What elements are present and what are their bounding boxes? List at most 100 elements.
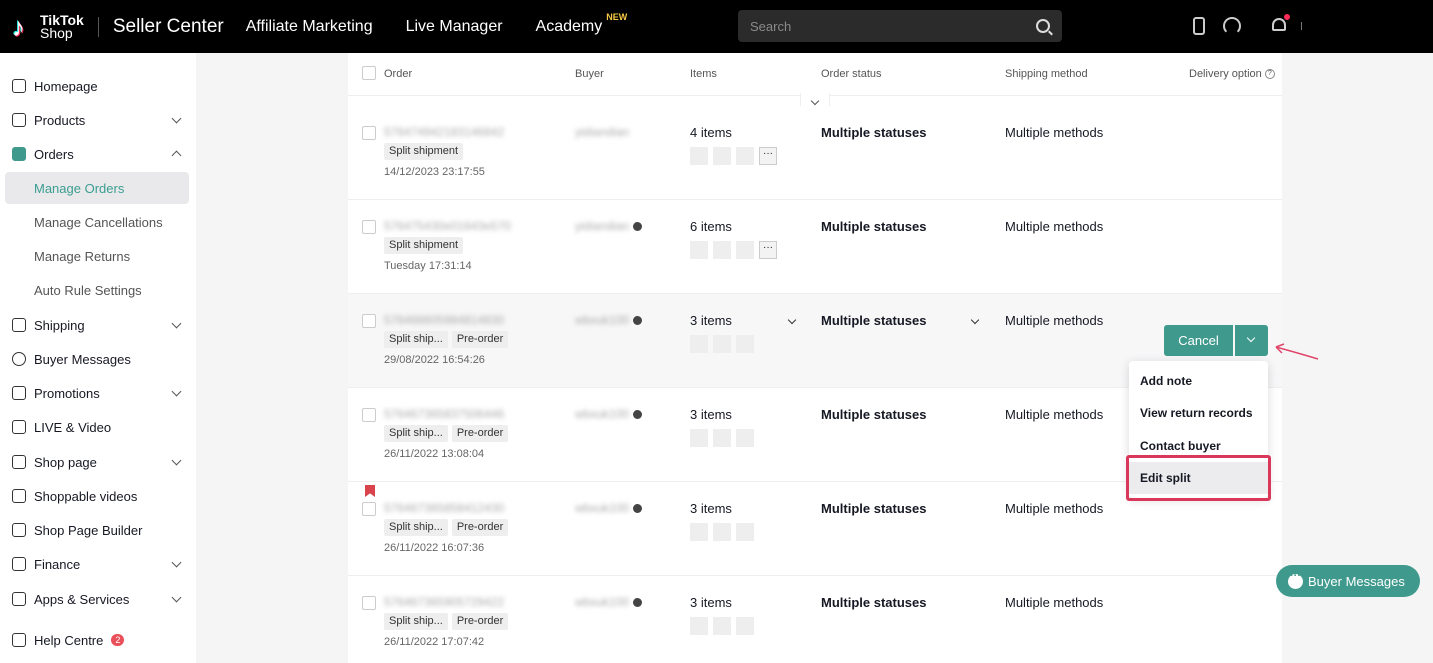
row-checkbox[interactable]	[362, 502, 376, 516]
row-checkbox[interactable]	[362, 126, 376, 140]
more-icon[interactable]: ···	[759, 147, 777, 165]
sidebar-item-auto-rule-settings[interactable]: Auto Rule Settings	[5, 274, 189, 306]
question-icon[interactable]: ?	[1264, 69, 1275, 80]
order-id[interactable]: 576466605984814830	[384, 313, 504, 327]
row-checkbox[interactable]	[362, 220, 376, 234]
row-checkbox[interactable]	[362, 596, 376, 610]
sidebar-item-label: Orders	[34, 146, 74, 162]
buyer-name-text: wbxuk100	[575, 407, 630, 421]
row-checkbox[interactable]	[362, 314, 376, 328]
sidebar-item-label: Shop Page Builder	[34, 522, 143, 538]
order-status: Multiple statuses	[821, 125, 927, 140]
nav-academy[interactable]: Academy NEW	[535, 12, 628, 36]
order-date: 26/11/2022 16:07:36	[384, 542, 485, 554]
mobile-icon[interactable]	[1193, 17, 1205, 35]
row-checkbox[interactable]	[362, 408, 376, 422]
select-all-checkbox[interactable]	[362, 66, 376, 80]
sidebar-item-manage-cancellations[interactable]: Manage Cancellations	[5, 206, 189, 238]
sidebar-item-buyer-messages[interactable]: Buyer Messages	[0, 343, 196, 375]
live-icon	[12, 420, 26, 434]
shipping-method: Multiple methods	[1005, 125, 1104, 140]
table-row[interactable]: 576474942183146842 Split shipment 14/12/…	[348, 106, 1282, 200]
new-badge: NEW	[606, 11, 628, 22]
nav-academy-label: Academy	[535, 17, 603, 35]
sidebar-item-live-video[interactable]: LIVE & Video	[0, 411, 196, 443]
order-status: Multiple statuses	[821, 219, 927, 234]
items-count: 6 items	[690, 219, 732, 234]
info-icon[interactable]	[633, 598, 643, 608]
item-thumbnails: ···	[690, 147, 777, 165]
order-id[interactable]: 576474942183146842	[384, 125, 504, 139]
items-count: 3 items	[690, 595, 732, 610]
info-icon[interactable]	[633, 316, 643, 326]
search-bar	[738, 10, 1062, 42]
seller-center-title[interactable]: Seller Center	[113, 16, 224, 38]
bell-icon[interactable]	[1270, 13, 1291, 35]
bookmark-icon[interactable]	[365, 485, 375, 497]
info-icon[interactable]	[633, 222, 643, 232]
sidebar-item-manage-returns[interactable]: Manage Returns	[5, 240, 189, 272]
buyer-name[interactable]: wbxuk100	[575, 313, 643, 327]
table-row[interactable]: 576467365905729422 Split ship... Pre-orde…	[348, 576, 1282, 663]
sidebar-item-shop-page-builder[interactable]: Shop Page Builder	[0, 514, 196, 546]
table-row[interactable]: 576475430e01643e570 Split shipment Tuesd…	[348, 200, 1282, 294]
sidebar-item-products[interactable]: Products	[0, 104, 196, 136]
cancel-order-button[interactable]: Cancel	[1164, 325, 1233, 356]
info-icon[interactable]	[633, 504, 643, 514]
sidebar-item-manage-orders[interactable]: Manage Orders	[5, 172, 189, 204]
buyer-name[interactable]: yidiandian	[575, 125, 629, 139]
sidebar-item-help-centre[interactable]: Help Centre 2	[0, 624, 196, 656]
item-thumbnails: ···	[690, 241, 777, 259]
nav-affiliate-marketing[interactable]: Affiliate Marketing	[246, 18, 373, 36]
nav-live-manager[interactable]: Live Manager	[406, 18, 503, 36]
sidebar-item-label: Shop page	[34, 454, 97, 470]
buyer-name-text: wbxuk100	[575, 501, 630, 515]
more-icon[interactable]: ···	[759, 241, 777, 259]
order-id[interactable]: 576475430e01643e570	[384, 219, 511, 233]
orders-table: Order Buyer Items Order status Shipping …	[348, 53, 1282, 663]
sidebar-item-shop-page[interactable]: Shop page	[0, 446, 196, 478]
split-shipment-tag: Split ship...	[384, 613, 448, 630]
order-id[interactable]: 576467365837506446	[384, 407, 504, 421]
sidebar-item-apps-services[interactable]: Apps & Services	[0, 583, 196, 615]
chevron-down-icon	[171, 318, 182, 329]
search-input[interactable]	[750, 18, 1036, 34]
chevron-up-icon	[171, 150, 182, 161]
sidebar-item-orders[interactable]: Orders	[0, 138, 196, 170]
sidebar-item-finance[interactable]: Finance	[0, 548, 196, 580]
buyer-name[interactable]: yidiandian	[575, 219, 643, 233]
buyer-name[interactable]: wbxuk100	[575, 407, 643, 421]
status-expand-chevron-icon[interactable]	[970, 315, 980, 325]
search-icon[interactable]	[1036, 19, 1050, 33]
items-expand-chevron-icon[interactable]	[787, 315, 797, 325]
buyer-name-text: wbxuk100	[575, 595, 630, 609]
sidebar-item-promotions[interactable]: Promotions	[0, 377, 196, 409]
item-thumbnails	[690, 523, 754, 541]
tiktok-shop-logo[interactable]: ♪ ♪ ♪ TikTok Shop	[11, 13, 84, 41]
headset-icon[interactable]	[1223, 17, 1241, 35]
menu-item-add-note[interactable]: Add note	[1129, 365, 1268, 397]
sidebar-item-homepage[interactable]: Homepage	[0, 70, 196, 102]
info-icon[interactable]	[633, 410, 643, 420]
split-shipment-tag: Split ship...	[384, 425, 448, 442]
chevron-down-icon	[171, 113, 182, 124]
help-icon	[12, 633, 26, 647]
truck-icon	[12, 318, 26, 332]
shipping-method: Multiple methods	[1005, 313, 1104, 328]
items-count: 4 items	[690, 125, 732, 140]
order-id[interactable]: 576467365905729422	[384, 595, 504, 609]
buyer-name[interactable]: wbxuk100	[575, 501, 643, 515]
pre-order-tag: Pre-order	[451, 519, 509, 536]
buyer-name[interactable]: wbxuk100	[575, 595, 643, 609]
header-divider	[97, 16, 99, 37]
more-actions-dropdown-button[interactable]	[1235, 325, 1268, 356]
order-id[interactable]: 576467365858412430	[384, 501, 504, 515]
sidebar-item-shoppable-videos[interactable]: Shoppable videos	[0, 480, 196, 512]
menu-item-view-return-records[interactable]: View return records	[1129, 397, 1268, 429]
builder-icon	[12, 523, 26, 537]
float-button-label: Buyer Messages	[1308, 573, 1405, 589]
buyer-messages-float-button[interactable]: Buyer Messages	[1276, 565, 1420, 597]
split-shipment-tag: Split ship...	[384, 331, 448, 348]
sidebar-item-shipping[interactable]: Shipping	[0, 309, 196, 341]
header-order: Order	[384, 68, 413, 80]
